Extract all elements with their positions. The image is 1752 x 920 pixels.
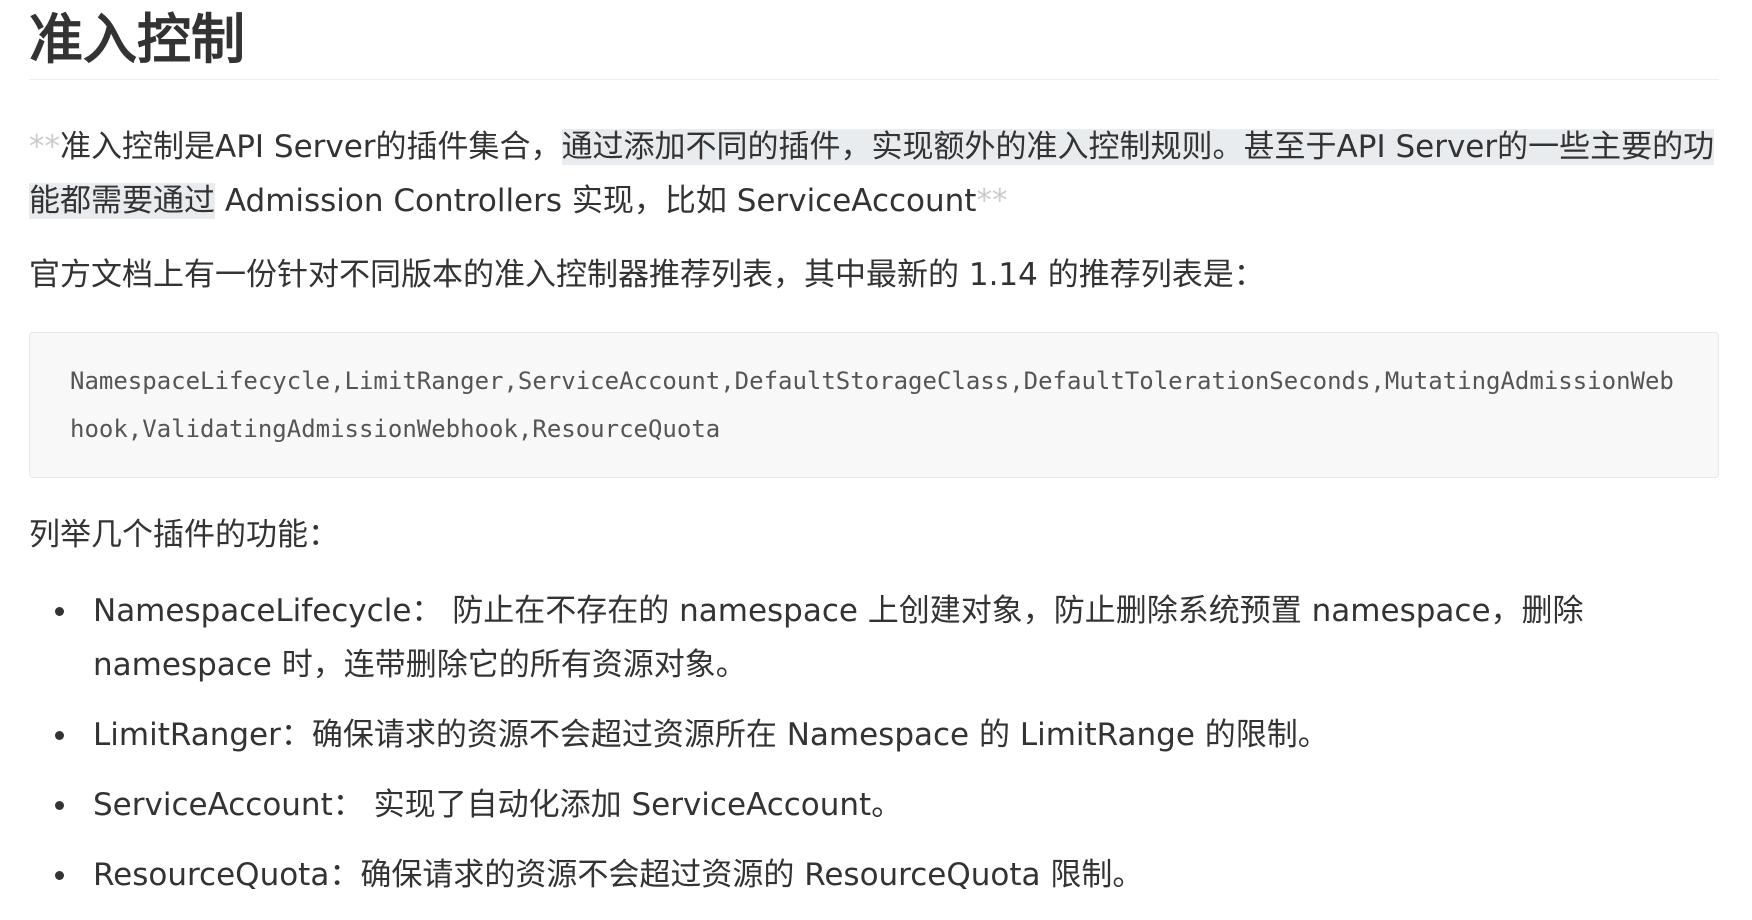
intro-stars-close: ** (976, 183, 1008, 219)
intro-stars-open: ** (29, 129, 60, 165)
document-page: 准入控制 **准入控制是API Server的插件集合，通过添加不同的插件，实现… (29, 0, 1719, 918)
recommend-paragraph: 官方文档上有一份针对不同版本的准入控制器推荐列表，其中最新的 1.14 的推荐列… (29, 257, 1265, 293)
intro-paragraph: **准入控制是API Server的插件集合，通过添加不同的插件，实现额外的准入… (29, 120, 1719, 228)
list-item: ServiceAccount： 实现了自动化添加 ServiceAccount。 (29, 778, 1719, 832)
list-item: NamespaceLifecycle： 防止在不存在的 namespace 上创… (29, 584, 1719, 692)
bullet-icon (55, 731, 64, 740)
feature-name: ServiceAccount (93, 787, 333, 823)
bullet-icon (55, 607, 64, 616)
feature-name: LimitRanger (93, 717, 281, 753)
feature-desc: ： 实现了自动化添加 ServiceAccount。 (332, 787, 903, 823)
feature-desc: ：确保请求的资源不会超过资源的 ResourceQuota 限制。 (329, 857, 1144, 893)
feature-name: ResourceQuota (93, 857, 330, 893)
list-item: ResourceQuota：确保请求的资源不会超过资源的 ResourceQuo… (29, 848, 1719, 902)
feature-desc: ：确保请求的资源不会超过资源所在 Namespace 的 LimitRange … (280, 717, 1329, 753)
intro-text-end: Admission Controllers 实现，比如 ServiceAccou… (215, 183, 977, 219)
bullet-icon (55, 801, 64, 810)
list-heading: 列举几个插件的功能： (29, 517, 339, 553)
intro-text-start: 准入控制是API Server的插件集合， (60, 129, 562, 165)
feature-list: NamespaceLifecycle： 防止在不存在的 namespace 上创… (29, 584, 1719, 902)
feature-name: NamespaceLifecycle (93, 593, 412, 629)
code-block[interactable]: NamespaceLifecycle,LimitRanger,ServiceAc… (29, 332, 1719, 478)
list-item: LimitRanger：确保请求的资源不会超过资源所在 Namespace 的 … (29, 708, 1719, 762)
bullet-icon (55, 871, 64, 880)
page-title: 准入控制 (29, 0, 1719, 80)
